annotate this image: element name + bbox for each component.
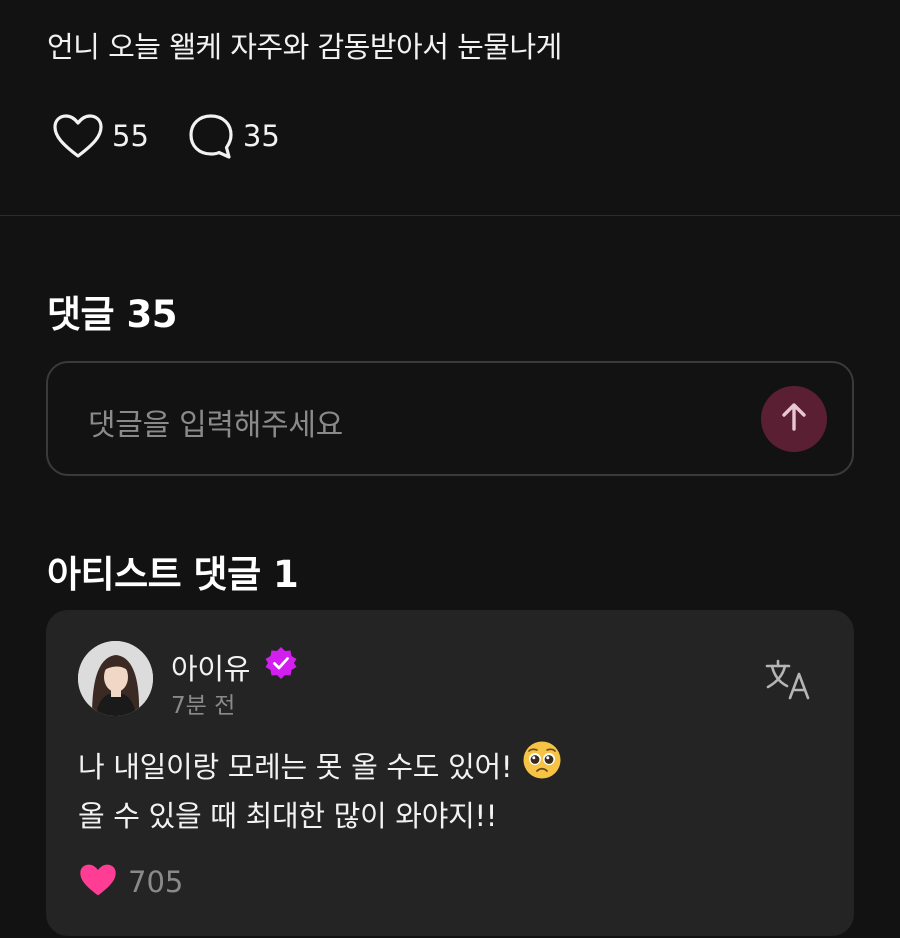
author-name[interactable]: 아이유: [171, 646, 250, 688]
send-button[interactable]: [761, 386, 827, 452]
translate-icon: [764, 659, 810, 704]
post-reactions: 55 35: [52, 112, 318, 160]
avatar[interactable]: [78, 641, 153, 716]
pleading-face-icon: [522, 740, 562, 793]
comment-body: 나 내일이랑 모레는 못 올 수도 있어! 올 수 있을 때 최대한 많이 와야…: [78, 740, 562, 839]
verified-badge-icon: [264, 646, 298, 680]
post-text: 언니 오늘 왤케 자주와 감동받아서 눈물나게: [47, 30, 562, 64]
page: 언니 오늘 왤케 자주와 감동받아서 눈물나게 55 35 댓글 35 댓글을 …: [0, 0, 900, 938]
translate-button[interactable]: [764, 658, 810, 704]
artist-comments-title: 아티스트 댓글 1: [47, 553, 299, 596]
comment-line-text: 나 내일이랑 모레는 못 올 수도 있어!: [78, 749, 513, 784]
comment-like-count: 705: [128, 865, 184, 899]
speech-bubble-icon: [187, 112, 235, 160]
artist-comment-card: 아이유 7분 전 나 내일이랑 모레는 못 올 수도 있어! 올 수 있을 때 …: [46, 610, 854, 936]
like-count: 55: [112, 119, 149, 153]
like-button[interactable]: 55: [52, 113, 149, 159]
heart-outline-icon: [52, 113, 104, 159]
comment-time: 7분 전: [171, 693, 236, 719]
comment-input[interactable]: 댓글을 입력해주세요: [46, 361, 854, 476]
comment-line: 나 내일이랑 모레는 못 올 수도 있어!: [78, 740, 562, 793]
comment-button[interactable]: 35: [187, 112, 280, 160]
heart-filled-icon: [78, 862, 118, 902]
comment-line-text: 올 수 있을 때 최대한 많이 와야지!!: [78, 799, 498, 833]
divider: [0, 215, 900, 216]
arrow-up-icon: [780, 402, 808, 436]
comment-line: 올 수 있을 때 최대한 많이 와야지!!: [78, 793, 562, 839]
comment-count: 35: [242, 119, 280, 153]
comment-like-button[interactable]: 705: [78, 862, 183, 902]
comments-title: 댓글 35: [47, 293, 177, 336]
comment-input-placeholder: 댓글을 입력해주세요: [88, 408, 343, 443]
